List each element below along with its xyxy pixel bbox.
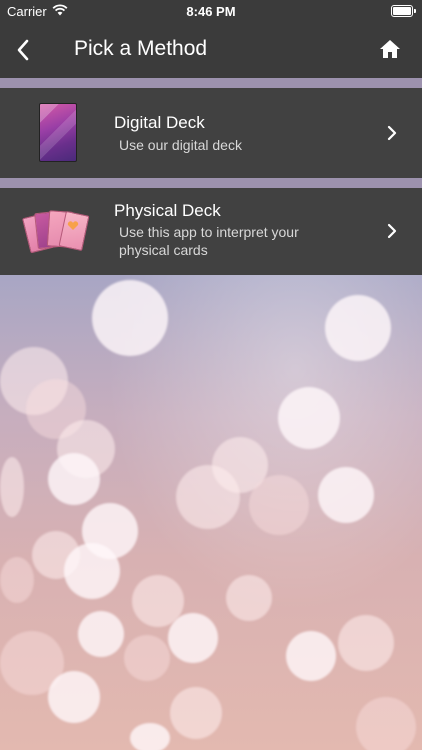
navigation-bar: Pick a Method (0, 22, 422, 78)
chevron-left-icon[interactable] (12, 36, 36, 64)
bokeh-background-image (0, 275, 422, 750)
status-time: 8:46 PM (186, 4, 236, 19)
chevron-right-icon (387, 223, 397, 239)
method-title: Digital Deck (114, 113, 205, 132)
section-divider (0, 178, 422, 188)
method-row-digital-deck[interactable]: Digital Deck Use our digital deck (0, 88, 422, 178)
method-subtitle-line-1: Use this app to interpret your (119, 224, 299, 240)
status-bar: Carrier 8:46 PM (0, 0, 422, 22)
chevron-right-icon (387, 125, 397, 141)
digital-deck-thumbnail (39, 103, 77, 162)
battery-icon (391, 5, 416, 17)
method-subtitle-line-2: physical cards (119, 242, 208, 258)
section-divider (0, 78, 422, 88)
physical-cards-thumbnail (22, 209, 90, 255)
method-title: Physical Deck (114, 201, 221, 220)
page-title: Pick a Method (74, 37, 208, 60)
method-subtitle: Use our digital deck (119, 137, 242, 153)
home-icon[interactable] (379, 38, 401, 60)
